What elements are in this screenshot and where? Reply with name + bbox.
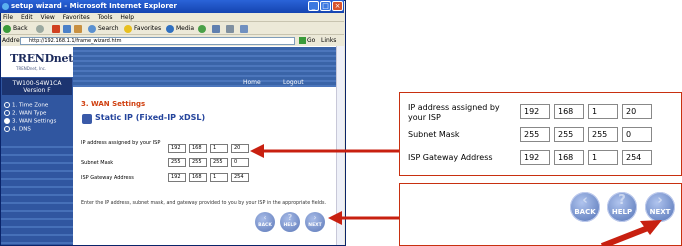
fields-arrow-head [250,144,264,158]
next-pointer-line [600,225,650,246]
buttons-arrow-head [328,211,342,225]
annotation-arrows [250,144,662,246]
